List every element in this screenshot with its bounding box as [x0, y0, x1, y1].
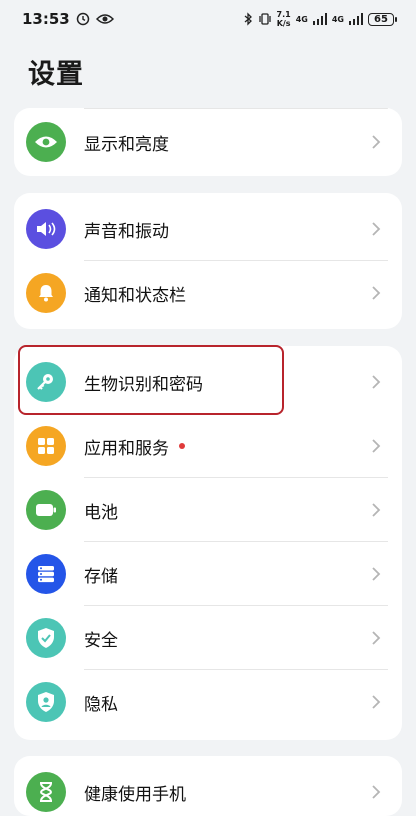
- settings-item-sound[interactable]: 声音和振动: [14, 197, 402, 261]
- battery-icon: [26, 490, 66, 530]
- settings-item-digital-wellbeing[interactable]: 健康使用手机: [14, 760, 402, 816]
- privacy-icon: [26, 682, 66, 722]
- apps-grid-icon: [26, 426, 66, 466]
- notification-dot: [179, 443, 185, 449]
- chevron-right-icon: [372, 567, 381, 581]
- settings-group-health: 健康使用手机: [14, 756, 402, 816]
- hourglass-icon: [26, 772, 66, 812]
- net-speed: 7.1 K/s: [276, 10, 291, 28]
- settings-item-display[interactable]: 显示和亮度: [14, 110, 402, 174]
- status-time: 13:53: [22, 10, 70, 28]
- sim1-label: 4G: [295, 14, 308, 24]
- settings-item-label: 存储: [84, 566, 118, 587]
- page-title: 设置: [28, 59, 84, 90]
- battery-indicator: 65: [368, 12, 397, 26]
- chevron-right-icon: [372, 375, 381, 389]
- signal-icon-2: [349, 13, 363, 25]
- clock-badge-icon: [76, 12, 90, 26]
- settings-item-notifications[interactable]: 通知和状态栏: [14, 261, 402, 325]
- signal-icon-1: [312, 13, 327, 25]
- speaker-icon: [26, 209, 66, 249]
- chevron-right-icon: [372, 439, 381, 453]
- settings-item-label: 电池: [84, 502, 118, 523]
- eye-status-icon: [95, 13, 114, 25]
- settings-item-label: 声音和振动: [84, 221, 169, 242]
- shield-icon: [26, 618, 66, 658]
- chevron-right-icon: [372, 503, 381, 517]
- settings-item-label: 显示和亮度: [84, 134, 169, 155]
- settings-item-storage[interactable]: 存储: [14, 542, 402, 606]
- settings-item-apps[interactable]: 应用和服务: [14, 414, 402, 478]
- settings-item-label: 应用和服务: [84, 414, 185, 478]
- storage-icon: [26, 554, 66, 594]
- settings-item-battery[interactable]: 电池: [14, 478, 402, 542]
- settings-group-sound: 声音和振动 通知和状态栏: [14, 193, 402, 329]
- bluetooth-icon: [244, 12, 253, 26]
- chevron-right-icon: [372, 286, 381, 300]
- settings-item-label: 通知和状态栏: [84, 285, 186, 306]
- sim2-label: 4G: [331, 14, 344, 24]
- settings-item-privacy[interactable]: 隐私: [14, 670, 402, 734]
- chevron-right-icon: [372, 695, 381, 709]
- vibrate-icon: [258, 12, 272, 26]
- status-bar: 13:53 7.1 K/s 4G 4G 65: [0, 0, 416, 38]
- bell-icon: [26, 273, 66, 313]
- chevron-right-icon: [372, 631, 381, 645]
- chevron-right-icon: [372, 222, 381, 236]
- eye-icon: [26, 122, 66, 162]
- settings-item-label: 隐私: [84, 694, 118, 715]
- settings-item-security[interactable]: 安全: [14, 606, 402, 670]
- settings-item-label: 安全: [84, 630, 118, 651]
- highlight-box: [18, 345, 284, 415]
- settings-item-label: 健康使用手机: [84, 784, 186, 805]
- chevron-right-icon: [372, 785, 381, 799]
- chevron-right-icon: [372, 135, 381, 149]
- settings-group-display: 显示和亮度: [14, 108, 402, 176]
